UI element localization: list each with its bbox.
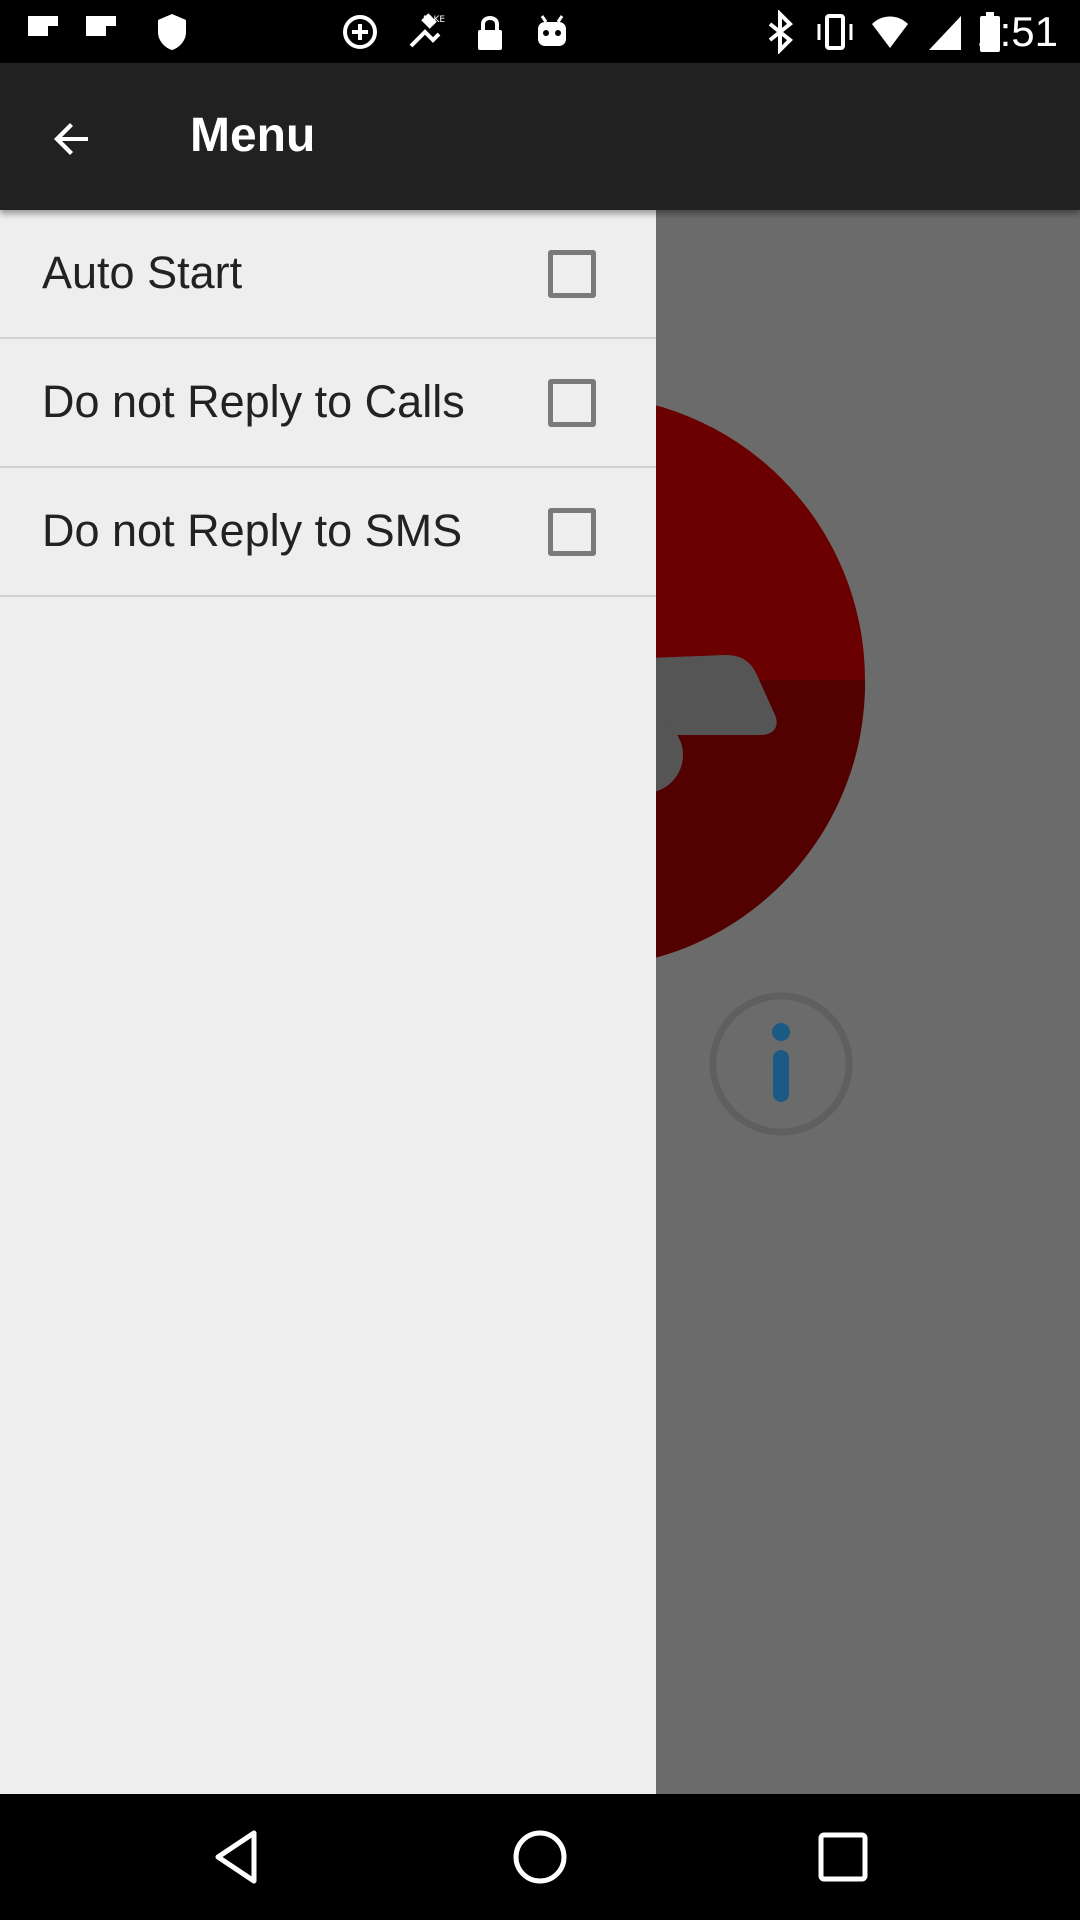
status-bar: FAKE 1:51 xyxy=(0,0,1080,63)
no-reply-calls-label: Do not Reply to Calls xyxy=(42,376,465,427)
shield-icon xyxy=(158,14,186,50)
android-icon xyxy=(538,15,566,46)
no-reply-sms-item[interactable]: Do not Reply to SMS xyxy=(0,468,656,597)
flipboard-icon xyxy=(84,16,116,36)
vibrate-icon xyxy=(817,14,853,50)
nav-home-button[interactable] xyxy=(507,1824,573,1890)
bluetooth-icon xyxy=(768,10,793,54)
nav-recents-icon xyxy=(818,1832,868,1882)
navigation-drawer: Auto Start Do not Reply to Calls Do not … xyxy=(0,210,656,1794)
fake-gps-icon: FAKE xyxy=(409,13,445,48)
no-reply-sms-label: Do not Reply to SMS xyxy=(42,505,463,556)
svg-text:FAKE: FAKE xyxy=(423,15,445,25)
no-reply-calls-item[interactable]: Do not Reply to Calls xyxy=(0,339,656,468)
system-nav-bar xyxy=(0,1794,1080,1920)
info-icon[interactable] xyxy=(707,990,855,1138)
flipboard-icon xyxy=(26,16,58,36)
no-reply-calls-checkbox[interactable] xyxy=(548,379,596,427)
nav-back-icon xyxy=(215,1830,257,1884)
auto-start-item[interactable]: Auto Start xyxy=(0,210,656,339)
status-time: 1:51 xyxy=(976,8,1058,55)
auto-start-checkbox[interactable] xyxy=(548,250,596,298)
back-button[interactable] xyxy=(36,103,108,175)
lock-icon xyxy=(478,16,502,50)
auto-start-label: Auto Start xyxy=(42,247,243,298)
nav-home-icon xyxy=(513,1830,567,1884)
wifi-icon xyxy=(872,16,908,48)
no-reply-sms-checkbox[interactable] xyxy=(548,508,596,556)
nav-back-button[interactable] xyxy=(203,1824,269,1890)
data-saver-icon xyxy=(343,15,377,49)
nav-recents-button[interactable] xyxy=(810,1824,876,1890)
signal-icon xyxy=(929,16,961,50)
arrow-back-icon xyxy=(54,123,88,155)
app-toolbar: Menu xyxy=(0,63,1080,210)
page-title: Menu xyxy=(190,109,316,162)
